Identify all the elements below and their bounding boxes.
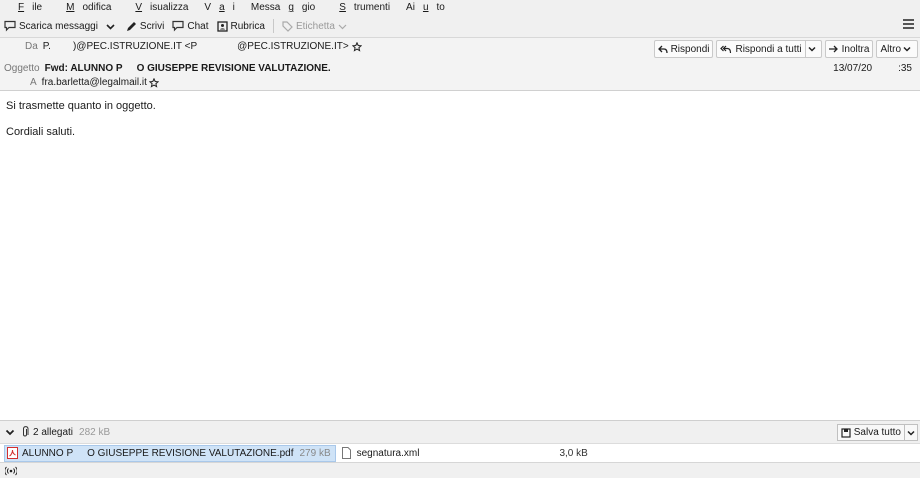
to-label: A	[30, 77, 37, 88]
to-address[interactable]: fra.barletta@legalmail.it	[42, 77, 147, 88]
star-icon[interactable]	[351, 41, 362, 52]
attachment-name-end: O GIUSEPPE REVISIONE VALUTAZIONE.pdf	[87, 447, 294, 459]
address-book-button[interactable]: Rubrica	[213, 17, 269, 35]
message-date: 13/07/20 :35	[833, 63, 912, 74]
chevron-down-icon	[808, 46, 816, 52]
chevron-down-icon	[106, 23, 115, 30]
subject-label: Oggetto	[4, 63, 40, 74]
chat-label: Chat	[187, 20, 209, 32]
menu-file[interactable]: File	[2, 2, 48, 13]
pencil-icon	[126, 21, 136, 31]
save-all-button[interactable]: Salva tutto	[836, 424, 905, 441]
get-messages-button[interactable]: Scarica messaggi	[0, 17, 102, 35]
online-status-icon[interactable]	[5, 466, 17, 476]
main-toolbar: Scarica messaggi Scrivi Chat Rubrica Eti…	[0, 15, 920, 38]
chat-button[interactable]: Chat	[168, 17, 212, 35]
from-address[interactable]: )@PEC.ISTRUZIONE.IT <P	[73, 41, 197, 52]
attachment-name: ALUNNO P	[22, 447, 74, 459]
address-book-label: Rubrica	[230, 20, 265, 32]
reply-all-icon	[720, 45, 732, 53]
tag-label: Etichetta	[295, 20, 335, 32]
from-row: Da P. )@PEC.ISTRUZIONE.IT <P @PEC.ISTRUZ…	[25, 41, 362, 52]
attachment-size: 3,0 kB	[559, 447, 588, 459]
message-header: Da P. )@PEC.ISTRUZIONE.IT <P @PEC.ISTRUZ…	[0, 38, 920, 91]
pdf-file-icon	[7, 447, 18, 459]
menu-bar: File Modifica Visualizza Vai Messa g gio S…	[0, 0, 920, 15]
menu-help[interactable]: Ai u to	[398, 2, 451, 13]
more-label: Altro	[880, 43, 901, 55]
attachment-size: 279 kB	[299, 447, 331, 459]
chat-bubble-icon	[172, 20, 184, 32]
from-name[interactable]: P.	[43, 41, 51, 52]
header-actions: Rispondi Rispondi a tutti Inoltra Altro	[651, 40, 918, 58]
star-icon[interactable]	[148, 77, 159, 88]
attachment-bar: 2 allegati 282 kB Salva tutto	[0, 420, 920, 444]
body-line: Cordiali saluti.	[6, 126, 76, 138]
attachment-count[interactable]: 2 allegati	[33, 427, 73, 438]
chat-bubble-icon	[4, 20, 16, 32]
reply-all-label: Rispondi a tutti	[735, 43, 802, 55]
reply-all-dropdown[interactable]	[804, 41, 821, 57]
to-row: A fra.barletta@legalmail.it	[30, 77, 159, 88]
app-menu-icon[interactable]	[903, 19, 914, 29]
menu-view[interactable]: Visualizza	[119, 2, 194, 13]
chevron-down-icon[interactable]	[5, 427, 15, 437]
attachment-item-xml[interactable]: segnatura.xml 3,0 kB	[341, 447, 588, 459]
attachment-total-size: 282 kB	[79, 426, 111, 438]
save-all-group: Salva tutto	[836, 424, 918, 441]
forward-arrow-icon	[828, 45, 838, 53]
toolbar-divider	[272, 19, 274, 33]
subject-text-end: O GIUSEPPE REVISIONE VALUTAZIONE.	[136, 63, 331, 74]
reply-label: Rispondi	[670, 43, 710, 55]
chevron-down-icon	[903, 46, 911, 52]
reply-icon	[657, 45, 668, 53]
date-part: 13/07/20	[833, 63, 873, 74]
from-label: Da	[25, 41, 38, 52]
save-icon	[841, 427, 851, 438]
body-line: Si trasmette quanto in oggetto.	[6, 100, 156, 112]
message-body: Si trasmette quanto in oggetto. Cordiali…	[6, 100, 156, 152]
menu-edit[interactable]: Modifica	[50, 2, 117, 13]
menu-message[interactable]: Messa g gio	[243, 2, 321, 13]
forward-label: Inoltra	[841, 43, 870, 55]
paperclip-icon	[23, 426, 29, 437]
from-address-end[interactable]: @PEC.ISTRUZIONE.IT>	[237, 41, 349, 52]
reply-all-button[interactable]: Rispondi a tutti	[716, 40, 822, 58]
attachment-list: ALUNNO P O GIUSEPPE REVISIONE VALUTAZION…	[0, 444, 920, 462]
tag-icon	[282, 20, 293, 32]
get-messages-label: Scarica messaggi	[19, 20, 98, 32]
save-all-label: Salva tutto	[853, 427, 901, 438]
chevron-down-icon	[907, 430, 915, 436]
save-all-dropdown[interactable]	[905, 424, 918, 441]
menu-tools[interactable]: Strumenti	[323, 2, 396, 13]
write-button[interactable]: Scrivi	[122, 17, 168, 35]
tag-button[interactable]: Etichetta	[278, 17, 354, 35]
status-bar	[0, 462, 920, 478]
write-label: Scrivi	[139, 20, 165, 32]
forward-button[interactable]: Inoltra	[824, 40, 874, 58]
attachment-name: segnatura.xml	[356, 447, 420, 459]
address-book-icon	[216, 20, 228, 32]
file-icon	[341, 447, 351, 459]
attachment-item-pdf[interactable]: ALUNNO P O GIUSEPPE REVISIONE VALUTAZION…	[4, 444, 336, 462]
more-button[interactable]: Altro	[876, 40, 918, 58]
subject-row: Oggetto Fwd: ALUNNO P O GIUSEPPE REVISIO…	[4, 63, 331, 74]
reply-button[interactable]: Rispondi	[653, 40, 714, 58]
time-part: :35	[898, 63, 912, 74]
get-messages-dropdown[interactable]	[102, 17, 122, 35]
menu-go[interactable]: Vai	[196, 2, 240, 13]
subject-text: Fwd: ALUNNO P	[44, 63, 123, 74]
chevron-down-icon	[338, 24, 347, 29]
